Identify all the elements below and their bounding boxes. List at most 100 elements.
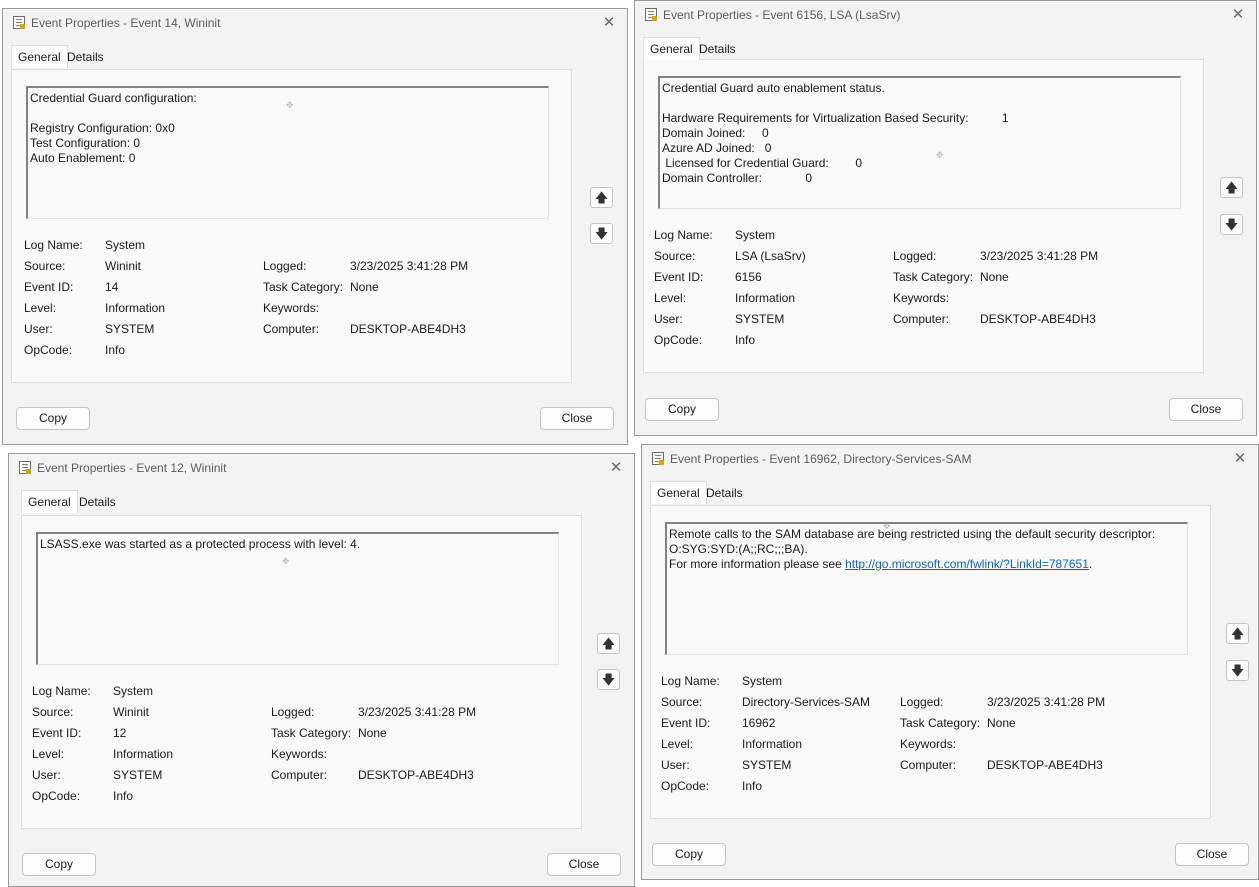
source-value: Directory-Services-SAM [742, 695, 871, 709]
computer-label: Computer: [271, 768, 328, 782]
arrow-up-icon: 🡅 [1224, 180, 1239, 195]
copy-button[interactable]: Copy [16, 407, 90, 430]
keywords-label: Keywords: [263, 301, 320, 315]
source-label: Source: [661, 695, 703, 709]
source-label: Source: [32, 705, 74, 719]
event-id-label: Event ID: [24, 280, 74, 294]
source-value: LSA (LsaSrv) [735, 249, 806, 263]
next-event-button[interactable]: 🡇 [1220, 214, 1243, 235]
close-button[interactable]: Close [1175, 843, 1249, 866]
log-name-value: System [742, 674, 783, 688]
level-label: Level: [654, 291, 687, 305]
close-button[interactable]: Close [1169, 398, 1243, 421]
tab-details[interactable]: Details [73, 492, 122, 513]
next-event-button[interactable]: 🡇 [590, 223, 613, 244]
event-properties-icon [19, 461, 31, 474]
tab-general[interactable]: General [650, 481, 707, 504]
copy-button[interactable]: Copy [652, 843, 726, 866]
level-label: Level: [24, 301, 57, 315]
tab-general[interactable]: General [21, 490, 78, 513]
next-event-button[interactable]: 🡇 [1226, 660, 1249, 681]
user-label: User: [24, 322, 53, 336]
event-description[interactable]: LSASS.exe was started as a protected pro… [36, 532, 559, 665]
event-id-value: 16962 [742, 716, 776, 730]
previous-event-button[interactable]: 🡅 [590, 187, 613, 208]
close-icon[interactable]: ✕ [1230, 449, 1250, 469]
tab-details[interactable]: Details [693, 39, 742, 60]
crosshair-icon: ✥ [286, 100, 294, 110]
keywords-label: Keywords: [271, 747, 328, 761]
log-name-value: System [113, 684, 154, 698]
event-description[interactable]: Remote calls to the SAM database are bei… [665, 522, 1188, 655]
title-bar[interactable]: Event Properties - Event 12, Wininit ✕ [9, 454, 634, 482]
level-value: Information [735, 291, 796, 305]
source-value: Wininit [113, 705, 150, 719]
computer-value: DESKTOP-ABE4DH3 [987, 758, 1103, 772]
level-value: Information [113, 747, 174, 761]
tab-general[interactable]: General [11, 45, 68, 68]
copy-button[interactable]: Copy [22, 853, 96, 876]
event-description[interactable]: Credential Guard auto enablement status.… [658, 76, 1181, 209]
close-icon[interactable]: ✕ [606, 458, 626, 478]
event-id-label: Event ID: [32, 726, 82, 740]
level-label: Level: [661, 737, 694, 751]
logged-label: Logged: [263, 259, 307, 273]
previous-event-button[interactable]: 🡅 [597, 633, 620, 654]
log-name-label: Log Name: [32, 684, 91, 698]
logged-label: Logged: [893, 249, 937, 263]
event-id-value: 14 [105, 280, 119, 294]
event-id-value: 6156 [735, 270, 762, 284]
keywords-label: Keywords: [893, 291, 950, 305]
arrow-down-icon: 🡇 [1224, 217, 1239, 232]
previous-event-button[interactable]: 🡅 [1226, 623, 1249, 644]
task-category-label: Task Category: [893, 270, 974, 284]
log-name-label: Log Name: [661, 674, 720, 688]
tab-details[interactable]: Details [700, 483, 749, 504]
description-line: Licensed for Credential Guard: 0 [662, 156, 863, 170]
computer-value: DESKTOP-ABE4DH3 [350, 322, 466, 336]
opcode-label: OpCode: [654, 333, 703, 347]
log-name-value: System [735, 228, 776, 242]
user-value: SYSTEM [735, 312, 785, 326]
user-value: SYSTEM [113, 768, 163, 782]
event-id-value: 12 [113, 726, 127, 740]
description-line: Registry Configuration: 0x0 [30, 121, 175, 135]
arrow-up-icon: 🡅 [601, 636, 616, 651]
event-properties-window-16962: Event Properties - Event 16962, Director… [641, 444, 1259, 880]
more-info-link[interactable]: http://go.microsoft.com/fwlink/?LinkId=7… [845, 557, 1089, 571]
close-button[interactable]: Close [540, 407, 614, 430]
description-line: Remote calls to the SAM database are bei… [669, 527, 1156, 541]
task-category-value: None [350, 280, 379, 294]
task-category-label: Task Category: [263, 280, 344, 294]
source-value: Wininit [105, 259, 142, 273]
keywords-label: Keywords: [900, 737, 957, 751]
event-properties-icon [645, 8, 657, 21]
source-label: Source: [654, 249, 696, 263]
general-panel: Credential Guard auto enablement status.… [643, 59, 1204, 373]
title-bar[interactable]: Event Properties - Event 6156, LSA (LsaS… [635, 1, 1256, 29]
close-icon[interactable]: ✕ [1228, 5, 1248, 25]
close-button[interactable]: Close [547, 853, 621, 876]
arrow-down-icon: 🡇 [594, 226, 609, 241]
window-title: Event Properties - Event 16962, Director… [670, 452, 972, 466]
event-description[interactable]: Credential Guard configuration: Registry… [26, 86, 549, 219]
task-category-label: Task Category: [271, 726, 352, 740]
computer-value: DESKTOP-ABE4DH3 [980, 312, 1096, 326]
title-bar[interactable]: Event Properties - Event 14, Wininit ✕ [3, 9, 627, 37]
arrow-down-icon: 🡇 [1230, 663, 1245, 678]
event-id-label: Event ID: [661, 716, 711, 730]
tab-general[interactable]: General [643, 37, 700, 60]
logged-label: Logged: [271, 705, 315, 719]
description-line: Hardware Requirements for Virtualization… [662, 111, 1009, 125]
opcode-value: Info [105, 343, 126, 357]
close-icon[interactable]: ✕ [599, 13, 619, 33]
description-line: Credential Guard auto enablement status. [662, 81, 885, 95]
logged-value: 3/23/2025 3:41:28 PM [358, 705, 477, 719]
next-event-button[interactable]: 🡇 [597, 669, 620, 690]
previous-event-button[interactable]: 🡅 [1220, 177, 1243, 198]
level-value: Information [105, 301, 166, 315]
copy-button[interactable]: Copy [645, 398, 719, 421]
tab-details[interactable]: Details [61, 47, 110, 68]
logged-value: 3/23/2025 3:41:28 PM [980, 249, 1099, 263]
title-bar[interactable]: Event Properties - Event 16962, Director… [642, 445, 1258, 473]
